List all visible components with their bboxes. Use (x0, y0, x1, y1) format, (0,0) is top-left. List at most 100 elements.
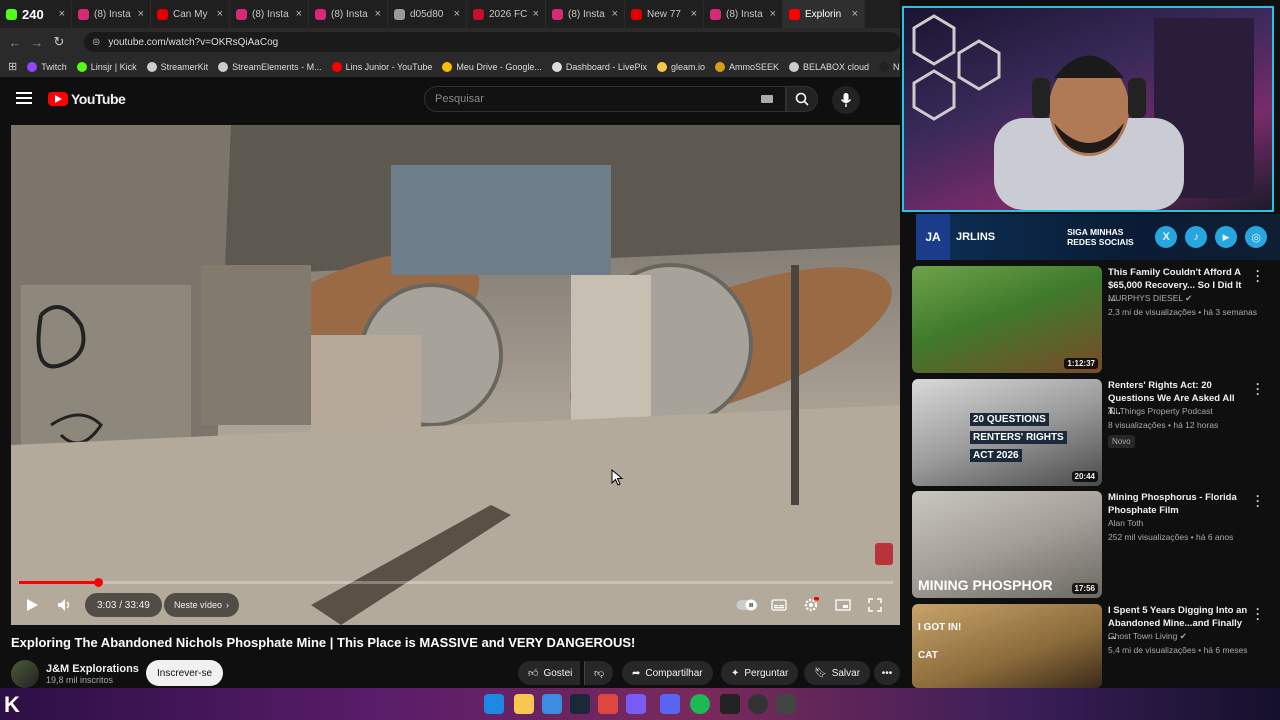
tab-close-icon[interactable]: × (852, 8, 858, 20)
video-thumbnail[interactable]: 20 QUESTIONS RENTERS' RIGHTS ACT 2026 20:44 (912, 379, 1102, 486)
forward-icon[interactable]: → (26, 35, 48, 50)
browser-tab[interactable]: (8) Insta × (546, 0, 625, 28)
save-button[interactable]: 🔖︎ Salvar (804, 661, 871, 685)
tab-close-icon[interactable]: × (454, 8, 460, 20)
webcam-overlay (902, 6, 1274, 212)
video-thumbnail[interactable]: 1:12:37 (912, 266, 1102, 373)
reload-icon[interactable]: ↻ (48, 34, 70, 50)
more-vertical-icon[interactable]: · · · (1256, 378, 1260, 400)
file-explorer-icon[interactable] (514, 694, 534, 714)
site-info-icon[interactable]: ⊜ (92, 37, 100, 48)
terminal-icon[interactable] (720, 694, 740, 714)
bookmark-item[interactable]: BELABOX cloud (789, 61, 869, 72)
youtube-social-icon: ▶ (1215, 226, 1238, 248)
settings-button[interactable] (799, 593, 823, 617)
recommended-channel[interactable]: All Things Property Podcast (1108, 406, 1213, 416)
recommended-channel[interactable]: Alan Toth (1108, 518, 1143, 528)
browser-tab[interactable]: (8) Insta × (704, 0, 783, 28)
recommended-video[interactable]: 1:12:37 This Family Couldn't Afford A $65… (912, 265, 1272, 376)
subscribe-button[interactable]: Inscrever-se (146, 660, 224, 686)
subtitles-icon (771, 599, 787, 611)
keyboard-icon[interactable] (761, 95, 773, 103)
browser-tab[interactable]: 2026 FC × (467, 0, 546, 28)
browser-tab[interactable]: d05d80 × (388, 0, 467, 28)
more-vertical-icon[interactable]: · · · (1256, 265, 1260, 287)
browser-tab[interactable]: New 77 × (625, 0, 704, 28)
autoplay-toggle[interactable] (735, 593, 759, 617)
share-button[interactable]: ➦ Compartilhar (622, 661, 713, 685)
tab-close-icon[interactable]: × (59, 8, 65, 20)
tab-close-icon[interactable]: × (533, 8, 539, 20)
bookmark-item[interactable]: AmmoSEEK (714, 61, 779, 72)
miniplayer-button[interactable] (831, 593, 855, 617)
hamburger-menu-icon[interactable] (16, 92, 32, 104)
tab-close-icon[interactable]: × (691, 8, 697, 20)
obs-icon[interactable] (748, 694, 768, 714)
youtube-logo[interactable]: YouTube (48, 91, 126, 107)
bookmark-item[interactable]: StreamerKit (146, 61, 208, 72)
progress-bar[interactable] (19, 578, 893, 587)
tab-close-icon[interactable]: × (375, 8, 381, 20)
bookmark-favicon-icon (879, 61, 890, 72)
tab-favicon-icon (315, 8, 326, 20)
app-icon[interactable] (542, 694, 562, 714)
tab-close-icon[interactable]: × (770, 8, 776, 20)
steam-icon[interactable] (570, 694, 590, 714)
recommended-title[interactable]: Mining Phosphorus - Florida Phosphate Fi… (1108, 491, 1248, 517)
ask-button[interactable]: ✦ Perguntar (721, 661, 799, 685)
channel-name[interactable]: J&M Explorations (46, 663, 139, 675)
discord-icon[interactable] (660, 694, 680, 714)
bookmark-item[interactable]: StreamElements - M... (218, 61, 322, 72)
apps-grid-icon[interactable]: ⊞ (8, 60, 17, 73)
bookmark-label: Dashboard - LivePix (565, 61, 647, 72)
like-button[interactable]: 👍︎ Gostei (518, 661, 581, 685)
browser-tab[interactable]: (8) Insta × (230, 0, 309, 28)
app-icon[interactable] (626, 694, 646, 714)
bookmark-item[interactable]: Dashboard - LivePix (551, 61, 647, 72)
bookmark-item[interactable]: Linsjr | Kick (76, 61, 137, 72)
browser-tab[interactable]: Can My × (151, 0, 230, 28)
search-button[interactable] (786, 86, 818, 112)
windows-start-icon[interactable] (484, 694, 504, 714)
subtitles-button[interactable] (767, 593, 791, 617)
channel-avatar[interactable] (11, 660, 39, 688)
tab-close-icon[interactable]: × (217, 8, 223, 20)
video-thumbnail[interactable]: I GOT IN! CAT (912, 604, 1102, 688)
more-vertical-icon[interactable]: · · · (1256, 603, 1260, 625)
more-actions-button[interactable]: ••• (874, 661, 900, 685)
back-icon[interactable]: ← (4, 35, 26, 50)
youtube-play-icon (48, 92, 68, 106)
video-player[interactable]: 3:03 / 33:49 Neste vídeo › (11, 125, 900, 625)
tab-close-icon[interactable]: × (296, 8, 302, 20)
recommended-video[interactable]: MINING PHOSPHOR 17:56 Mining Phosphorus - … (912, 490, 1272, 601)
app-icon[interactable] (776, 694, 796, 714)
recommended-channel[interactable]: Ghost Town Living ✔ (1108, 631, 1187, 642)
recommended-video[interactable]: 20 QUESTIONS RENTERS' RIGHTS ACT 2026 20:44… (912, 378, 1272, 489)
play-button[interactable] (20, 593, 44, 617)
voice-search-button[interactable] (832, 86, 860, 114)
tab-favicon-icon (631, 8, 642, 20)
tab-close-icon[interactable]: × (612, 8, 618, 20)
recommended-channel[interactable]: MURPHYS DIESEL ✔ (1108, 293, 1192, 304)
dislike-button[interactable]: 👎︎ (584, 661, 614, 685)
video-thumbnail[interactable]: MINING PHOSPHOR 17:56 (912, 491, 1102, 598)
browser-tab[interactable]: 240 × (0, 0, 72, 28)
chrome-icon[interactable] (598, 694, 618, 714)
search-input[interactable]: Pesquisar (424, 86, 786, 112)
spotify-icon[interactable] (690, 694, 710, 714)
bookmark-item[interactable]: Twitch (27, 61, 67, 72)
fullscreen-button[interactable] (863, 593, 887, 617)
tab-close-icon[interactable]: × (138, 8, 144, 20)
chapters-button[interactable]: Neste vídeo › (164, 593, 240, 617)
browser-tab[interactable]: (8) Insta × (309, 0, 388, 28)
channel-watermark[interactable] (875, 543, 893, 565)
address-bar[interactable]: ⊜ youtube.com/watch?v=OKRsQiAaCog (84, 32, 900, 52)
volume-button[interactable] (53, 593, 77, 617)
browser-tab[interactable]: (8) Insta × (72, 0, 151, 28)
more-vertical-icon[interactable]: · · · (1256, 490, 1260, 512)
bookmark-item[interactable]: gleam.io (656, 61, 705, 72)
bookmark-item[interactable]: Meu Drive - Google... (442, 61, 542, 72)
recommended-video[interactable]: I GOT IN! CAT I Spent 5 Years Digging Into… (912, 603, 1272, 688)
browser-tab[interactable]: Explorin × (783, 0, 865, 28)
bookmark-item[interactable]: Lins Junior - YouTube (331, 61, 432, 72)
